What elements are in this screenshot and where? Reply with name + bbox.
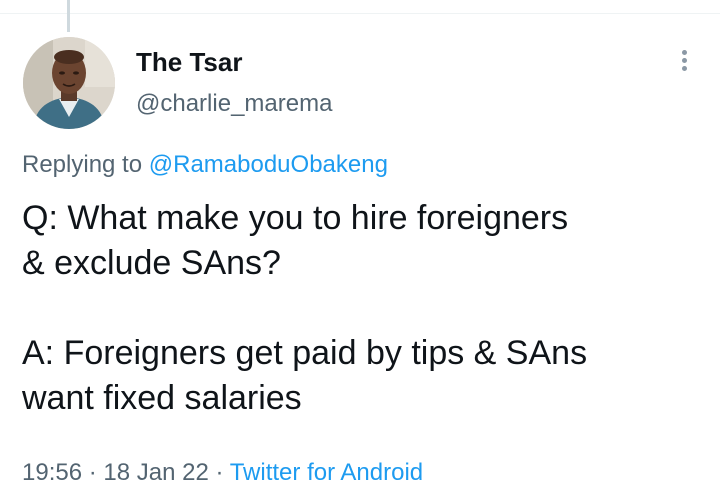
replying-to: Replying to @RamaboduObakeng <box>22 150 388 180</box>
tweet-date[interactable]: 18 Jan 22 <box>103 459 208 486</box>
more-dot <box>681 66 687 71</box>
avatar[interactable] <box>23 37 115 129</box>
author-handle[interactable]: @charlie_marema <box>136 89 332 119</box>
tweet-paragraph-answer: A: Foreigners get paid by tips & SAns wa… <box>22 334 588 417</box>
tweet-source-link[interactable]: Twitter for Android <box>230 459 423 486</box>
meta-separator: · <box>82 459 104 486</box>
replying-to-label: Replying to <box>22 151 149 178</box>
avatar-image <box>23 37 115 129</box>
meta-separator: · <box>208 459 230 486</box>
tweet-text: Q: What make you to hire foreigners & ex… <box>22 196 702 421</box>
author-display-name[interactable]: The Tsar <box>136 46 242 78</box>
top-divider <box>0 13 720 14</box>
tweet-card[interactable]: The Tsar @charlie_marema Replying to @Ra… <box>0 0 720 492</box>
more-vertical-icon[interactable] <box>672 48 696 78</box>
more-dot <box>681 58 687 63</box>
reply-mention-link[interactable]: @RamaboduObakeng <box>149 151 388 178</box>
tweet-time[interactable]: 19:56 <box>22 459 82 486</box>
tweet-paragraph-question: Q: What make you to hire foreigners & ex… <box>22 199 569 282</box>
thread-connector-line <box>67 0 70 32</box>
tweet-metadata: 19:56 · 18 Jan 22 · Twitter for Android <box>22 458 423 488</box>
more-dot <box>681 50 687 55</box>
